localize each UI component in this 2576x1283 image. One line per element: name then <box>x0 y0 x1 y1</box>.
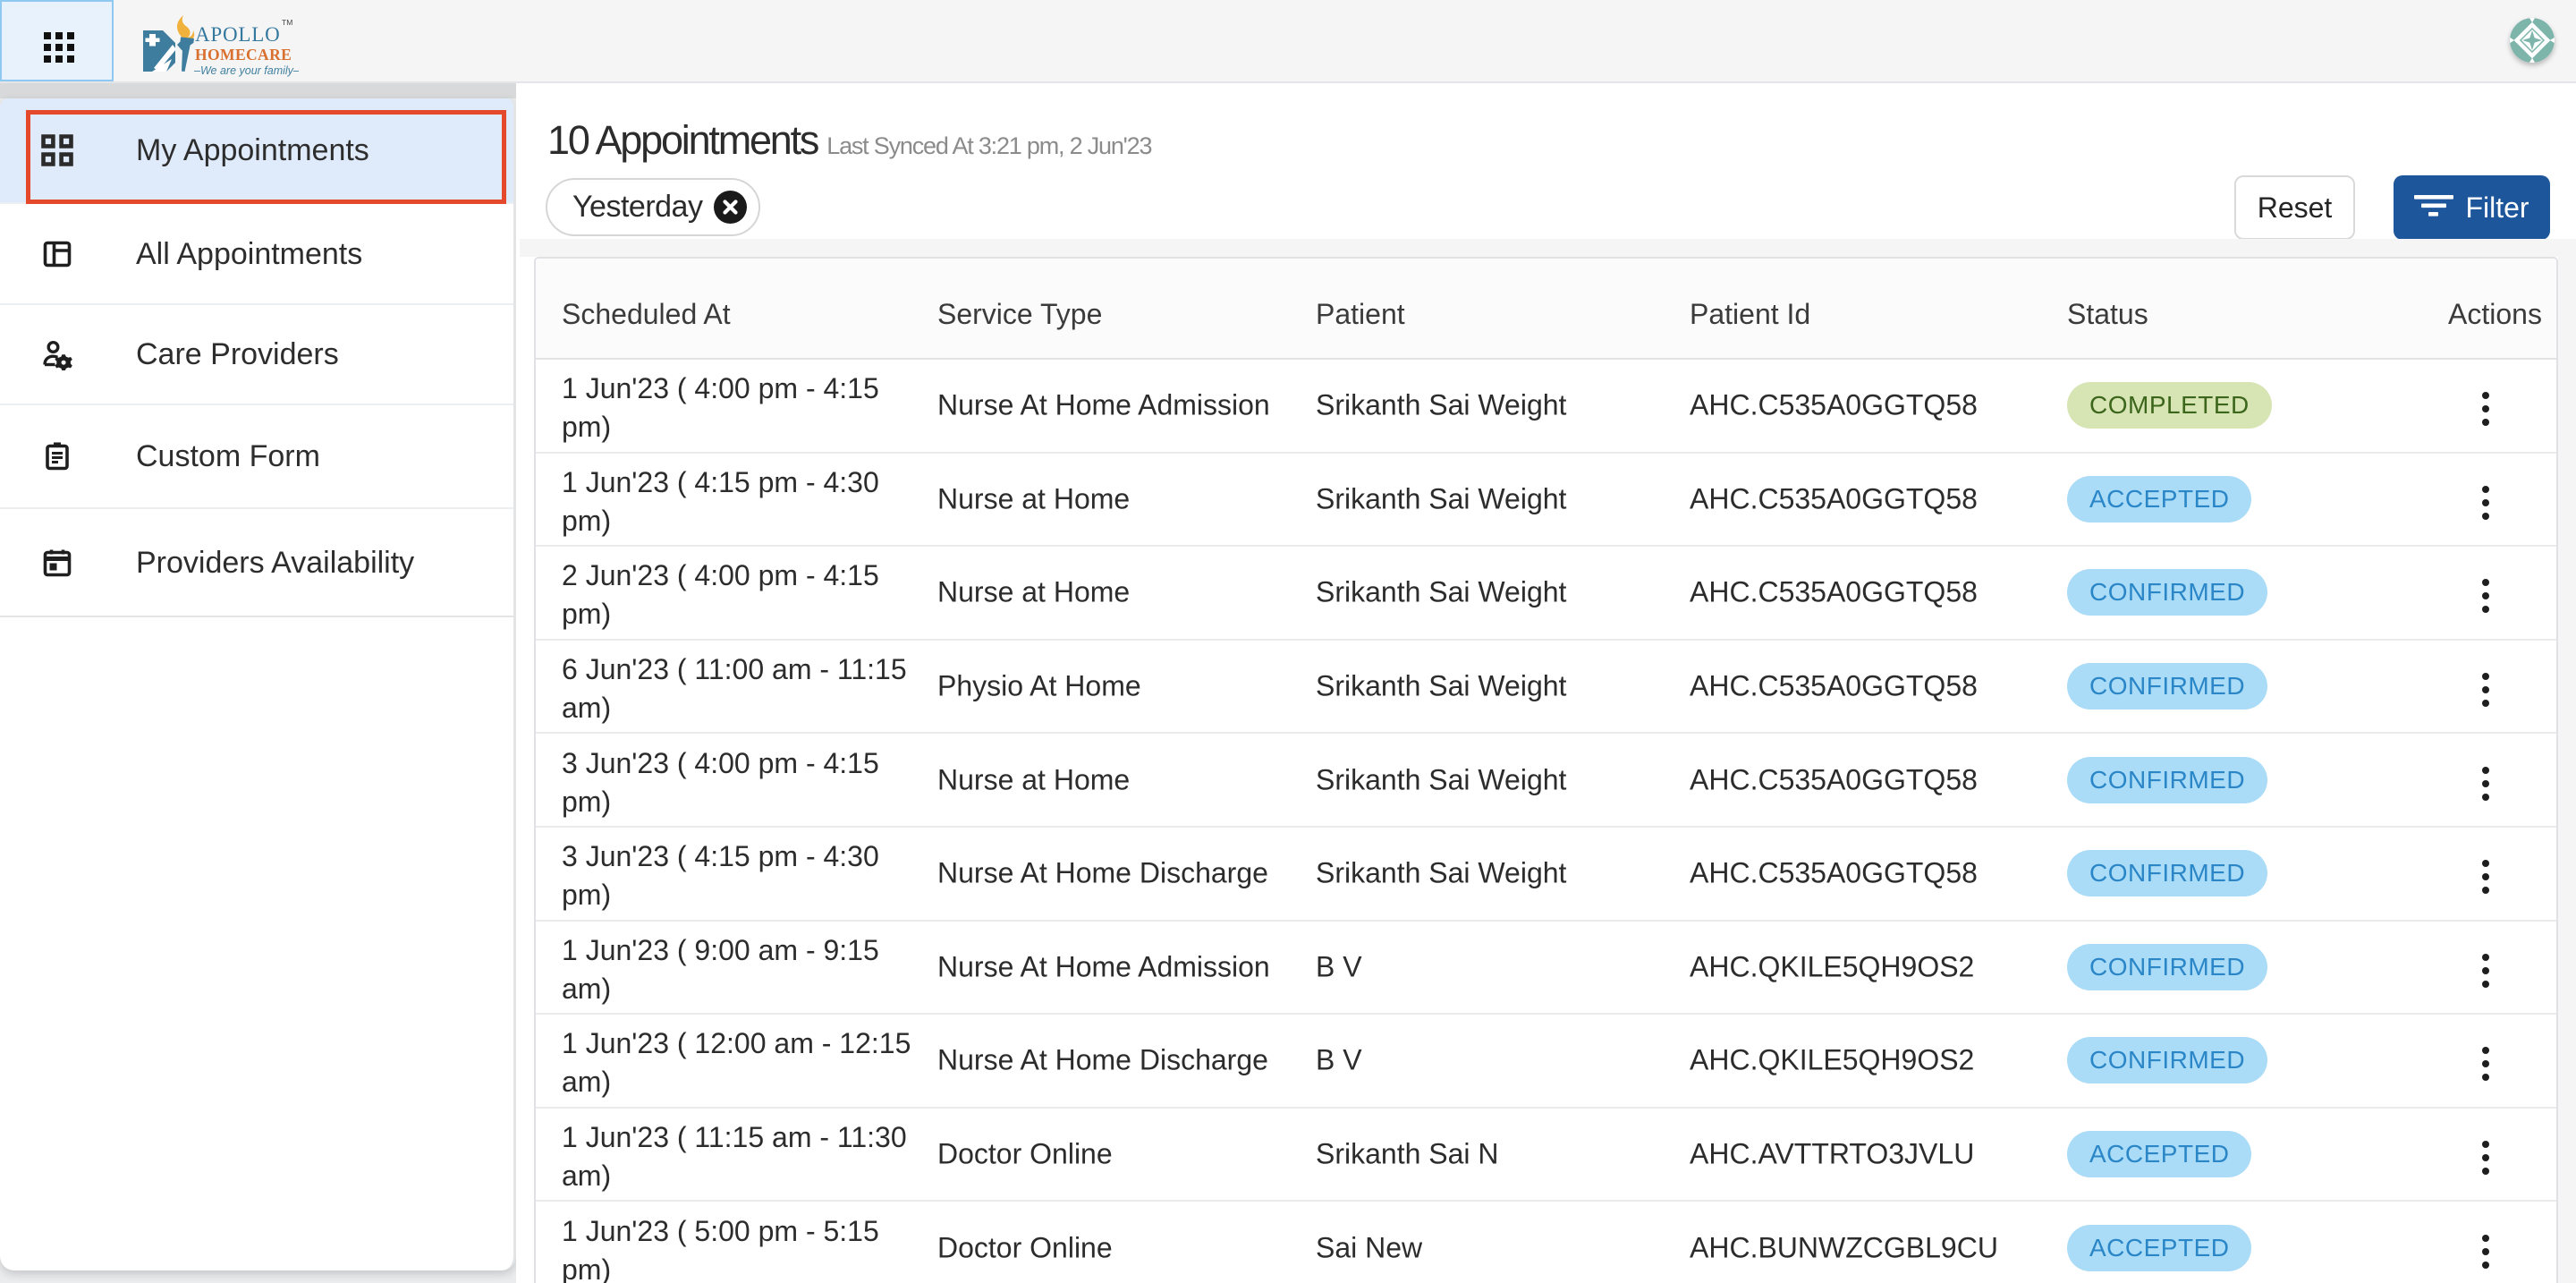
svg-text:–We are your family–: –We are your family– <box>193 64 299 77</box>
svg-text:TM: TM <box>282 18 292 27</box>
svg-text:HOMECARE: HOMECARE <box>195 46 292 64</box>
svg-text:APOLLO: APOLLO <box>195 23 281 46</box>
